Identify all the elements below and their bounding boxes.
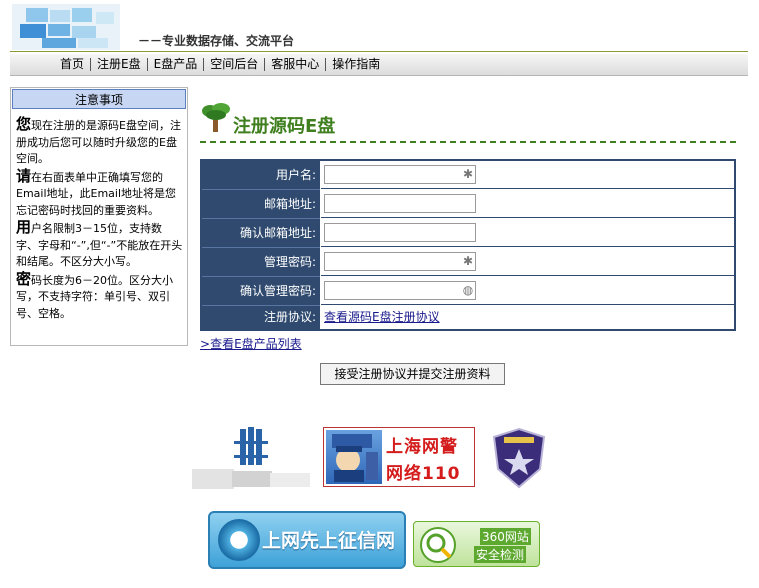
agreement-label: 注册协议: (202, 306, 320, 329)
username-label: 用户名: (202, 161, 320, 189)
main-nav: 首页 注册E盘 E盘产品 空间后台 客服中心 操作指南 (10, 54, 748, 76)
password-label: 管理密码: (202, 248, 320, 276)
police-emblem-badge[interactable] (490, 427, 548, 489)
email-confirm-input[interactable] (324, 223, 476, 242)
security-title: 360网站 (480, 528, 531, 545)
nav-register[interactable]: 注册E盘 (91, 54, 147, 75)
form-row-email-confirm: 确认邮箱地址: (202, 219, 734, 248)
email-label: 邮箱地址: (202, 190, 320, 218)
notice-title: 注意事项 (12, 89, 186, 109)
submit-button[interactable]: 接受注册协议并提交注册资料 (320, 363, 505, 385)
form-row-password-confirm: 确认管理密码: ◍ (202, 277, 734, 306)
arrow-icon: > (200, 337, 211, 351)
password-strength-icon[interactable]: ◍ (462, 284, 474, 296)
form-row-agreement: 注册协议: 查看源码E盘注册协议 (202, 306, 734, 329)
building-icon (192, 427, 310, 489)
security-check-badge[interactable]: 360网站 安全检测 (413, 521, 540, 567)
title-divider (200, 141, 736, 143)
tree-icon (202, 103, 230, 132)
notice-item: 请在右面表单中正确填写您的Email地址，此Email地址将是您忘记密码时找回的… (16, 166, 177, 217)
asterisk-icon: ✱ (462, 254, 474, 268)
site-slogan: －－专业数据存储、交流平台 (138, 34, 295, 48)
credit-site-text: 上网先上征信网 (262, 530, 396, 552)
police-officer-icon (326, 430, 382, 484)
email-input[interactable] (324, 194, 476, 213)
agreement-link[interactable]: 查看源码E盘注册协议 (324, 306, 440, 329)
username-input[interactable] (324, 165, 476, 184)
form-row-password: 管理密码: ✱ (202, 248, 734, 277)
notice-item: 用户名限制3－15位，支持数字、字母和“-”,但“-”不能放在开头和结尾。不区分… (16, 218, 183, 268)
credit-site-badge[interactable]: 上网先上征信网 (208, 511, 406, 569)
register-form: 用户名: ✱ 邮箱地址: 确认邮箱地址: 管理密码: ✱ 确认管理密码: ◍ 注… (200, 159, 736, 331)
shanghai-police-badge[interactable]: 上海网警 网络110 (323, 427, 475, 487)
police-shield-icon (492, 427, 546, 489)
form-row-email: 邮箱地址: (202, 190, 734, 219)
gov-badge[interactable] (192, 427, 310, 492)
police-subtitle: 网络110 (386, 464, 461, 484)
page-title: 注册源码E盘 (233, 116, 336, 137)
notice-item: 您现在注册的是源码E盘空间，注册成功后您可以随时升级您的E盘空间。 (16, 115, 181, 165)
product-list-link[interactable]: >查看E盘产品列表 (200, 335, 302, 352)
magnifier-shield-icon (420, 527, 456, 563)
password-confirm-label: 确认管理密码: (202, 277, 320, 305)
nav-guide[interactable]: 操作指南 (326, 54, 386, 75)
asterisk-icon: ✱ (462, 167, 474, 181)
nav-products[interactable]: E盘产品 (148, 54, 204, 75)
nav-home[interactable]: 首页 (54, 54, 90, 75)
site-logo[interactable] (12, 4, 120, 50)
globe-icon (218, 519, 260, 561)
nav-support[interactable]: 客服中心 (265, 54, 325, 75)
nav-space-admin[interactable]: 空间后台 (204, 54, 264, 75)
notice-panel: 注意事项 您现在注册的是源码E盘空间，注册成功后您可以随时升级您的E盘空间。 请… (10, 87, 188, 346)
email-confirm-label: 确认邮箱地址: (202, 219, 320, 247)
form-row-username: 用户名: ✱ (202, 161, 734, 190)
notice-item: 密码长度为6－20位。区分大小写，不支持字符：单引号、双引号、空格。 (16, 269, 174, 320)
header-divider (10, 51, 748, 52)
password-confirm-input[interactable] (324, 281, 476, 300)
password-input[interactable] (324, 252, 476, 271)
police-title: 上海网警 (386, 437, 458, 457)
security-subtitle: 安全检测 (474, 546, 527, 563)
